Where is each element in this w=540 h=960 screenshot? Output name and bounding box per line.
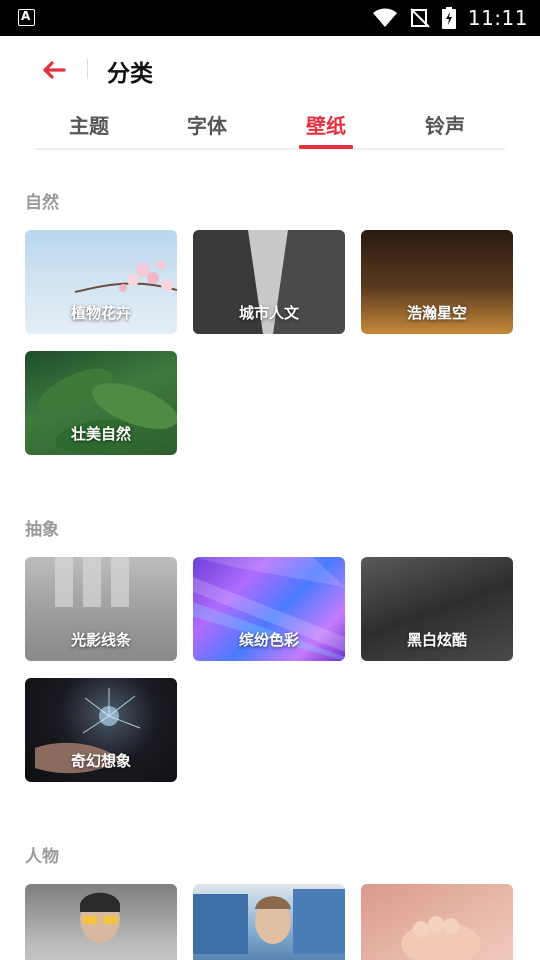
- tile-image: [25, 884, 177, 960]
- page-title: 分类: [107, 61, 153, 87]
- wallpaper-tile-plants[interactable]: 植物花卉: [25, 230, 177, 334]
- tab-active-indicator: [299, 145, 353, 149]
- no-signal-icon: [410, 8, 430, 28]
- wallpaper-tile-colorful[interactable]: 缤纷色彩: [193, 557, 345, 661]
- tile-image: [361, 884, 513, 960]
- back-button[interactable]: [36, 54, 70, 86]
- wallpaper-tile-person-2[interactable]: [193, 884, 345, 960]
- person-glasses-image: [80, 892, 120, 943]
- baby-hand-image: [401, 916, 481, 960]
- wallpaper-tile-light[interactable]: 光影线条: [25, 557, 177, 661]
- header-divider: [87, 59, 88, 79]
- tab-wallpaper[interactable]: 壁纸: [276, 110, 376, 139]
- notification-a-icon: A: [18, 9, 35, 26]
- tile-label: 光影线条: [70, 631, 131, 649]
- status-icons: 11:11: [372, 0, 528, 36]
- tab-font[interactable]: 字体: [157, 110, 257, 139]
- section-title-nature: 自然: [25, 193, 59, 213]
- tile-label: 城市人文: [238, 304, 299, 322]
- wallpaper-tile-nature[interactable]: 壮美自然: [25, 351, 177, 455]
- category-tabs: 主题 字体 壁纸 铃声: [35, 104, 505, 150]
- wallpaper-tile-person-3[interactable]: [361, 884, 513, 960]
- section-title-abstract: 抽象: [25, 520, 59, 540]
- tile-label: 植物花卉: [70, 304, 131, 322]
- status-time: 11:11: [467, 6, 528, 30]
- tile-label: 缤纷色彩: [238, 631, 299, 649]
- app-header: 分类: [0, 36, 540, 104]
- wallpaper-tile-city[interactable]: 城市人文: [193, 230, 345, 334]
- wallpaper-tile-fantasy[interactable]: 奇幻想象: [25, 678, 177, 782]
- tile-label: 奇幻想象: [70, 752, 131, 770]
- tab-theme[interactable]: 主题: [39, 110, 139, 139]
- tile-label: 黑白炫酷: [406, 631, 467, 649]
- person-containers-image: [193, 889, 345, 954]
- wallpaper-tile-bw[interactable]: 黑白炫酷: [361, 557, 513, 661]
- status-bar: A 11:11: [0, 0, 540, 36]
- tile-label: 壮美自然: [70, 425, 131, 443]
- tab-ringtone[interactable]: 铃声: [395, 110, 495, 139]
- battery-charging-icon: [441, 7, 456, 29]
- tile-image: [193, 884, 345, 960]
- section-title-people: 人物: [25, 847, 59, 867]
- arrow-left-icon: [43, 61, 66, 79]
- wifi-icon: [372, 8, 397, 27]
- tile-label: 浩瀚星空: [406, 304, 467, 322]
- wallpaper-tile-stars[interactable]: 浩瀚星空: [361, 230, 513, 334]
- wallpaper-tile-person-1[interactable]: [25, 884, 177, 960]
